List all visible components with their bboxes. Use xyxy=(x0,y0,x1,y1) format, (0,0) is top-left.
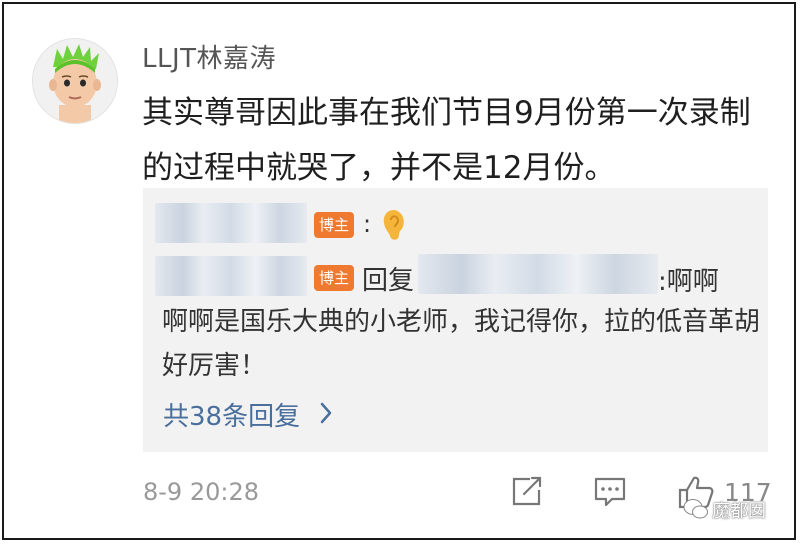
blurred-username xyxy=(155,203,307,243)
comment-timestamp: 8-9 20:28 xyxy=(143,478,259,506)
wechat-logo-icon xyxy=(683,499,708,519)
comment-username[interactable]: LLJT林嘉涛 xyxy=(142,38,276,75)
comment-text: 其实尊哥因此事在我们节目9月份第一次录制的过程中就哭了，并不是12月份。 xyxy=(142,95,751,186)
share-icon[interactable] xyxy=(508,474,546,508)
reply-text-rest: 啊啊是国乐大典的小老师，我记得你，拉的低音革胡好厉害！ xyxy=(162,307,761,381)
chevron-right-icon[interactable] xyxy=(318,400,334,426)
blurred-reply-target xyxy=(418,254,658,294)
watermark-text: 魔都囡 xyxy=(712,501,766,522)
reply-colon: : xyxy=(363,210,372,238)
reply-to-label: 回复 xyxy=(362,266,415,296)
blogger-badge: 博主 xyxy=(314,265,355,291)
comment-icon[interactable] xyxy=(592,474,628,508)
user-avatar[interactable] xyxy=(32,38,118,124)
reply-text-start: :啊啊 xyxy=(658,267,719,297)
blogger-badge: 博主 xyxy=(314,212,355,238)
more-replies-link[interactable]: 共38条回复 xyxy=(163,396,300,433)
memoji-avatar-image xyxy=(33,39,117,123)
ear-emoji-icon xyxy=(383,210,404,240)
blurred-username xyxy=(155,256,307,296)
